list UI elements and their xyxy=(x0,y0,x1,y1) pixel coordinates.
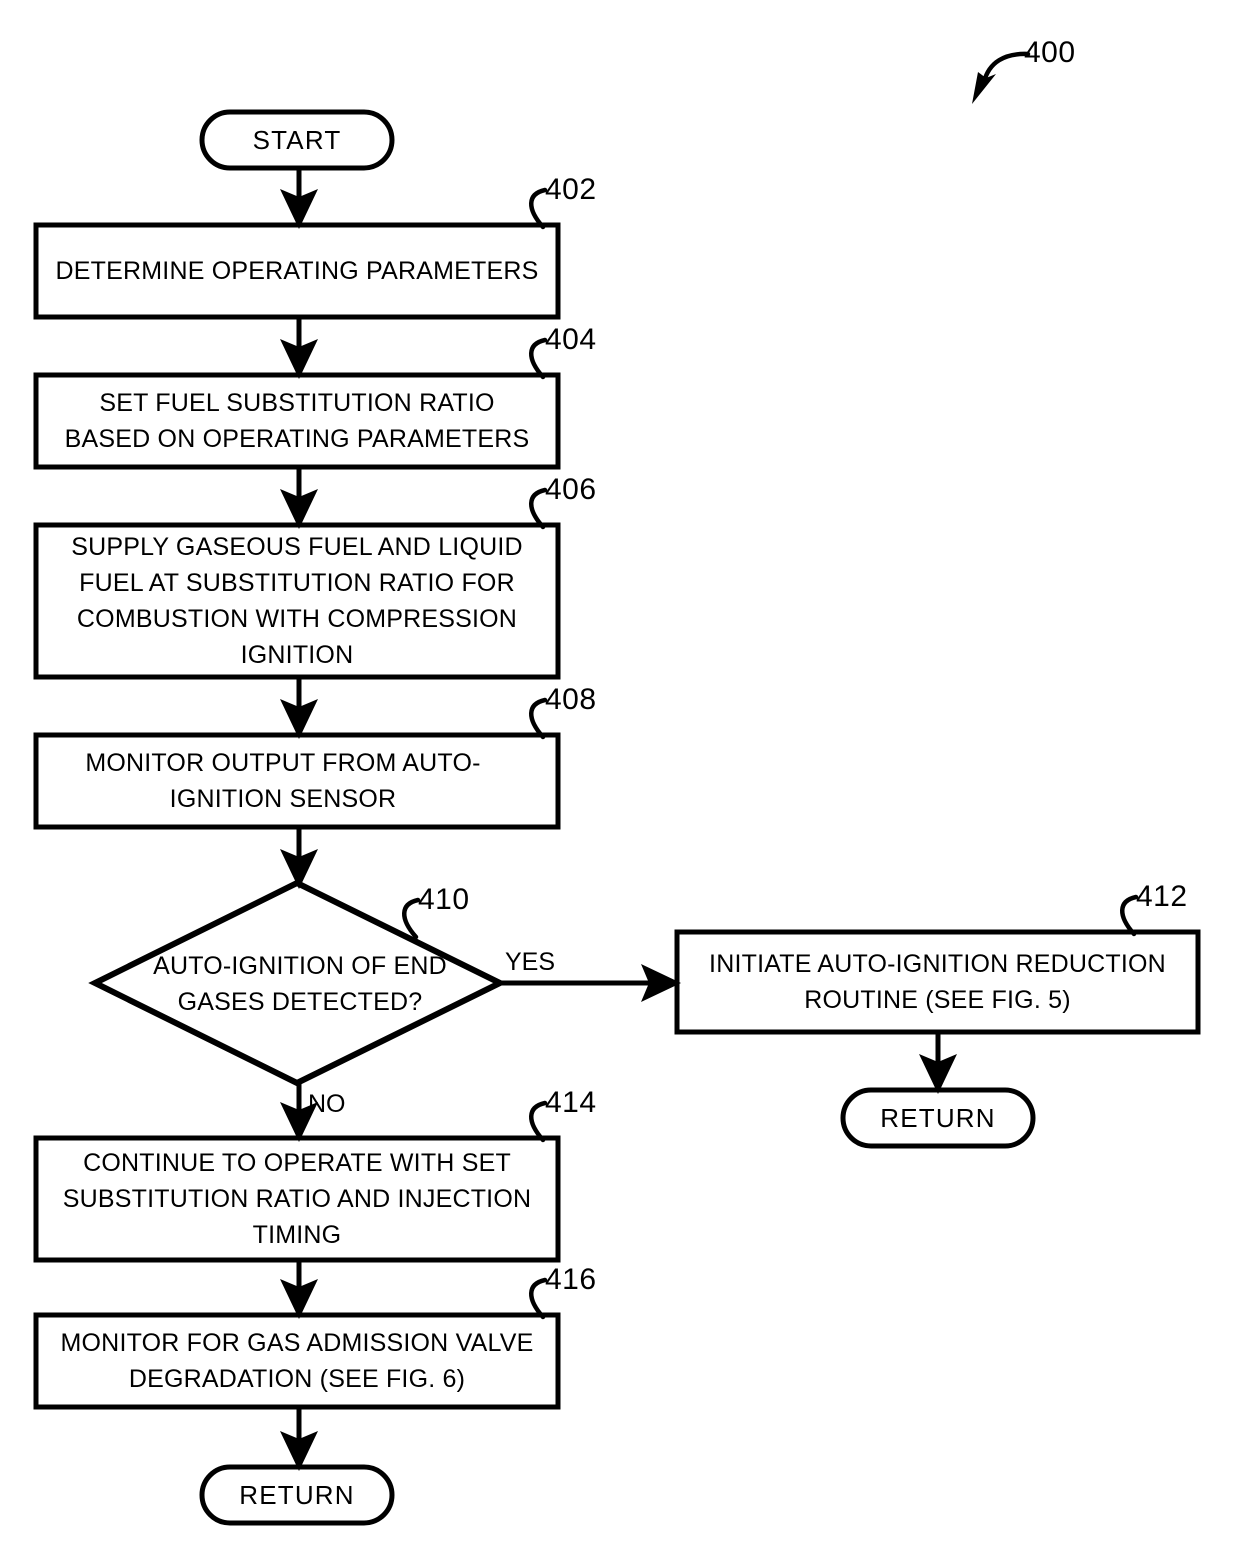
return-right-shape xyxy=(840,1087,1036,1149)
figure-canvas: 400 START DETERMINE OPERATING PARAMETERS… xyxy=(0,0,1240,1566)
decision-410-ref: 410 xyxy=(418,883,470,916)
step-414-shape xyxy=(33,1135,561,1263)
ref-leader-416 xyxy=(529,1277,548,1320)
step-412-shape xyxy=(674,929,1201,1035)
figure-reference-numeral: 400 xyxy=(1024,36,1076,69)
step-412-ref: 412 xyxy=(1136,880,1188,913)
step-408-ref: 408 xyxy=(545,683,597,716)
branch-label-yes: YES xyxy=(505,948,556,976)
ref-leader-404 xyxy=(529,337,548,380)
step-404-ref: 404 xyxy=(545,323,597,356)
ref-leader-412 xyxy=(1120,894,1139,937)
step-406-ref: 406 xyxy=(545,473,597,506)
ref-leader-406 xyxy=(529,487,548,530)
start-node-shape xyxy=(199,109,395,171)
step-408-shape xyxy=(33,732,561,830)
step-416-ref: 416 xyxy=(545,1263,597,1296)
step-404-shape xyxy=(33,372,561,470)
ref-leader-410 xyxy=(402,897,421,940)
flowchart-graphics xyxy=(33,51,1201,1526)
step-414-ref: 414 xyxy=(545,1086,597,1119)
figure-ref-leader xyxy=(972,51,1031,104)
step-406-shape xyxy=(33,522,561,680)
return-bottom-shape xyxy=(199,1464,395,1526)
step-402-ref: 402 xyxy=(545,173,597,206)
step-416-shape xyxy=(33,1312,561,1410)
step-402-shape xyxy=(33,222,561,320)
ref-leader-402 xyxy=(529,187,548,230)
ref-leader-408 xyxy=(529,697,548,740)
branch-label-no: NO xyxy=(308,1090,346,1118)
ref-leader-414 xyxy=(529,1100,548,1143)
